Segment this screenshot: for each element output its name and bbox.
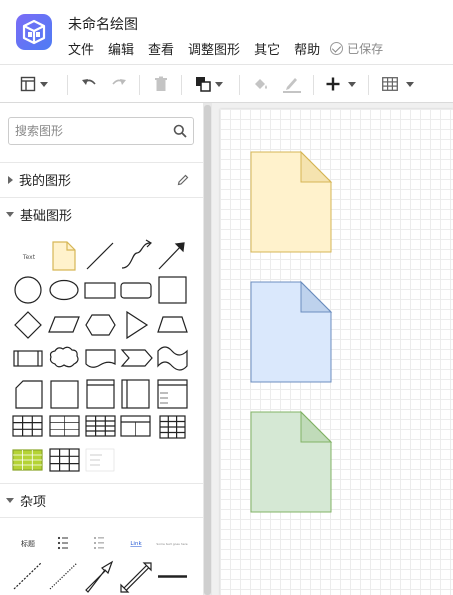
table-icon [382, 77, 398, 91]
layout-icon [20, 76, 36, 92]
shape-grid-table[interactable] [49, 448, 80, 472]
misc-dashed-line[interactable] [13, 562, 42, 590]
chevron-down-icon [348, 81, 356, 87]
redo-icon [112, 79, 126, 85]
shape-line[interactable] [86, 242, 114, 270]
shape-sidebar: 我的图形 基础图形 杂项 Text [0, 103, 203, 595]
menu-edit[interactable]: 编辑 [108, 39, 134, 58]
menu-extras[interactable]: 其它 [254, 39, 280, 58]
canvas-area[interactable] [212, 103, 453, 595]
shape-parallelogram[interactable] [48, 316, 80, 333]
canvas-note-green[interactable] [250, 410, 333, 513]
canvas-note-yellow[interactable] [250, 150, 333, 253]
shape-ellipse[interactable] [49, 279, 79, 301]
shape-container[interactable] [86, 379, 115, 409]
shape-text[interactable]: Text [22, 254, 36, 261]
undo-button[interactable] [80, 65, 98, 103]
save-status-label: 已保存 [347, 42, 384, 56]
toolbar-divider [139, 75, 140, 95]
delete-button[interactable] [153, 65, 169, 103]
shape-swimlane[interactable] [121, 379, 150, 409]
table-button[interactable] [382, 65, 414, 103]
shape-square[interactable] [158, 276, 187, 304]
shape-table[interactable] [12, 415, 43, 437]
menu-bar: 文件 编辑 查看 调整图形 其它 帮助 已保存 [68, 39, 383, 58]
shape-document[interactable] [85, 349, 116, 368]
sidebar-scrollbar[interactable] [203, 103, 212, 595]
shape-hexagon[interactable] [85, 314, 116, 336]
misc-bidirectional-arrow[interactable] [123, 564, 148, 589]
trash-icon [155, 76, 167, 91]
misc-arrow-shape[interactable] [85, 560, 114, 593]
shape-list[interactable] [157, 379, 188, 409]
misc-small-text[interactable]: Some text goes here [156, 542, 187, 546]
layout-button[interactable] [20, 65, 48, 103]
toolbar-divider [181, 75, 182, 95]
menu-help[interactable]: 帮助 [294, 39, 320, 58]
shape-cloud[interactable] [49, 346, 79, 368]
toolbar [0, 64, 453, 103]
shape-step[interactable] [120, 349, 153, 367]
shape-curve[interactable] [121, 242, 151, 269]
shape-tape[interactable] [157, 346, 188, 371]
shape-rounded-rect[interactable] [120, 282, 152, 299]
redo-button[interactable] [110, 65, 128, 103]
document-title[interactable]: 未命名绘图 [68, 14, 138, 34]
app-header: 未命名绘图 文件 编辑 查看 调整图形 其它 帮助 已保存 [0, 0, 453, 64]
insert-button[interactable] [326, 65, 356, 103]
toolbar-divider [239, 75, 240, 95]
shape-diamond[interactable] [14, 311, 42, 339]
pen-icon [283, 78, 301, 93]
to-front-button[interactable] [195, 65, 223, 103]
misc-bullet-list[interactable] [57, 536, 68, 550]
undo-icon [82, 79, 96, 85]
toolbar-divider [368, 75, 369, 95]
menu-view[interactable]: 查看 [148, 39, 174, 58]
line-color-button[interactable] [282, 65, 302, 103]
shape-palette: Text 标题 Link Some text goes here [12, 239, 188, 593]
toolbar-divider [67, 75, 68, 95]
misc-numbered-list[interactable] [94, 537, 104, 549]
drawing-canvas[interactable] [220, 109, 453, 595]
shape-card[interactable] [15, 380, 43, 409]
shape-rectangle[interactable] [84, 282, 116, 299]
chevron-down-icon [406, 81, 414, 87]
misc-link-text[interactable]: Link [130, 541, 142, 547]
chevron-down-icon [40, 81, 48, 87]
fill-color-button[interactable] [252, 65, 270, 103]
shape-triangle[interactable] [126, 310, 149, 340]
shape-note[interactable] [52, 241, 76, 271]
save-status: 已保存 [330, 40, 383, 57]
misc-dotted-line[interactable] [49, 562, 78, 590]
plus-icon [326, 77, 340, 91]
cube-icon [22, 19, 46, 45]
check-circle-icon [330, 42, 344, 55]
misc-heading-text[interactable]: 标题 [21, 539, 35, 548]
toolbar-divider [313, 75, 314, 95]
shape-trapezoid[interactable] [157, 316, 188, 333]
to-front-icon [196, 77, 211, 92]
canvas-note-blue[interactable] [250, 280, 333, 383]
menu-arrange[interactable]: 调整图形 [188, 39, 240, 58]
paint-bucket-icon [255, 79, 267, 89]
canvas-shapes [250, 150, 333, 513]
shape-circle[interactable] [14, 276, 42, 304]
app-logo [16, 14, 52, 50]
shape-square-2[interactable] [50, 380, 79, 409]
menu-file[interactable]: 文件 [68, 39, 94, 58]
chevron-down-icon [215, 81, 223, 87]
scrollbar-thumb[interactable] [204, 105, 211, 595]
